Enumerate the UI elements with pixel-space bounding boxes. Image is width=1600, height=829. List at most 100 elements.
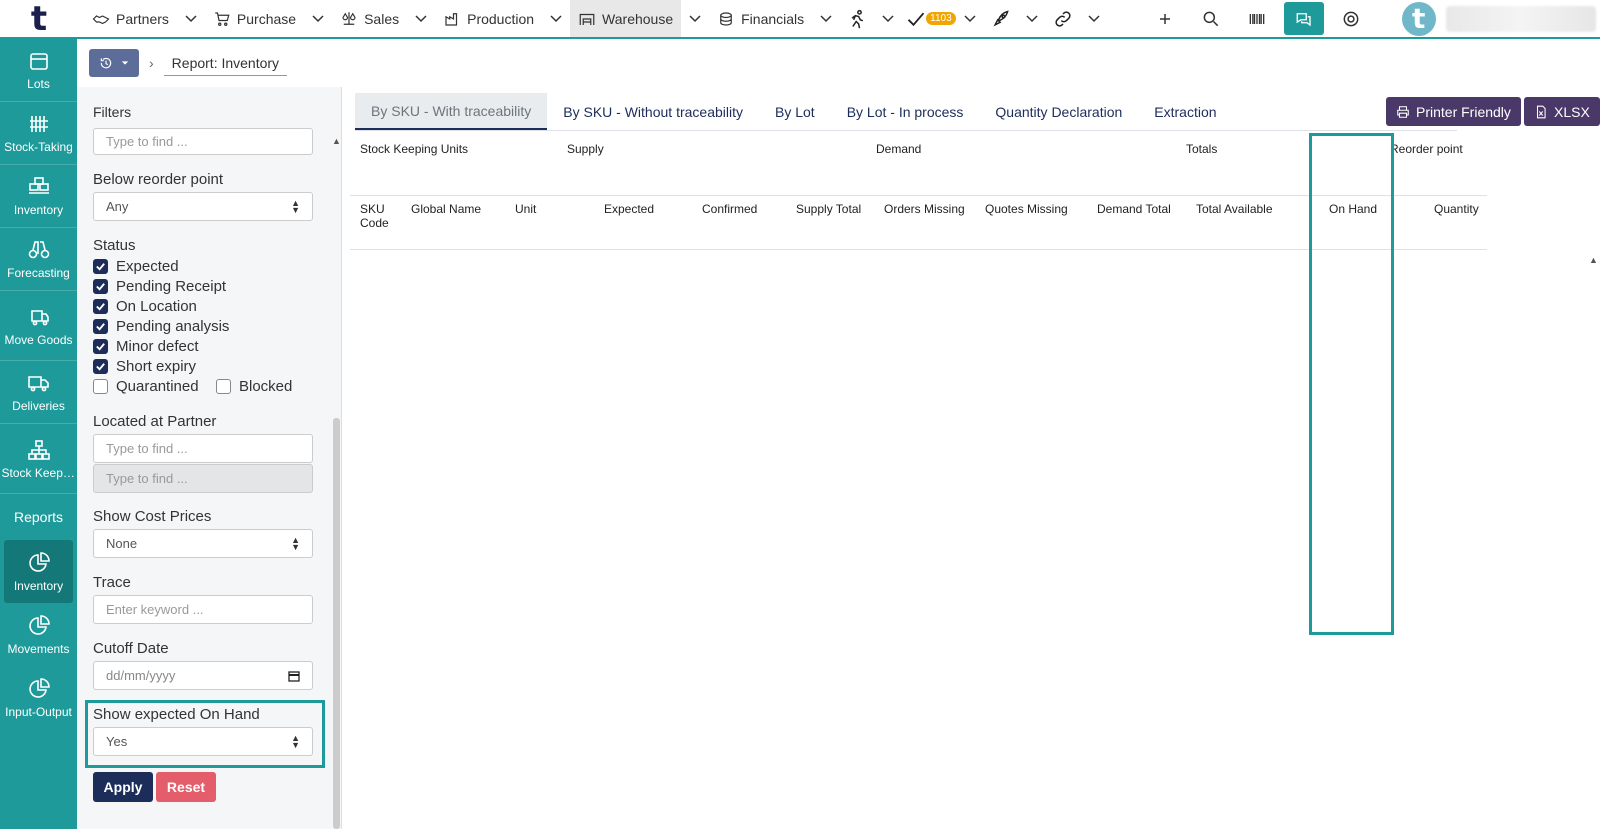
sidebar-item-deliveries[interactable]: Deliveries <box>0 361 77 424</box>
reset-button[interactable]: Reset <box>156 772 216 802</box>
status-checkbox-on-location[interactable]: On Location <box>93 298 197 315</box>
checkbox-checked-icon[interactable] <box>93 359 108 374</box>
chevron-down-icon[interactable] <box>304 0 332 37</box>
sidebar: Lots Stock-Taking Inventory Forecasting … <box>0 39 77 829</box>
col-expected[interactable]: Expected <box>604 202 654 216</box>
col-orders-missing[interactable]: Orders Missing <box>884 202 965 216</box>
sidebar-item-label: Forecasting <box>7 266 70 280</box>
chevron-down-icon[interactable] <box>1018 0 1046 37</box>
col-total-available[interactable]: Total Available <box>1196 202 1273 216</box>
chevron-down-icon[interactable] <box>681 0 709 37</box>
link-icon[interactable] <box>1046 0 1080 37</box>
sidebar-item-move-goods[interactable]: Move Goods <box>0 291 77 361</box>
nav-production[interactable]: Production <box>435 0 542 37</box>
chevron-down-icon[interactable] <box>874 0 902 37</box>
filters-scrollbar[interactable]: ▲ <box>330 130 342 829</box>
tab-by-lot-in-process[interactable]: By Lot - In process <box>831 93 980 130</box>
status-checkbox-pending-analysis[interactable]: Pending analysis <box>93 318 229 335</box>
chat-button[interactable] <box>1283 2 1324 35</box>
calendar-icon[interactable] <box>288 670 300 682</box>
status-checkbox-short-expiry[interactable]: Short expiry <box>93 358 196 375</box>
chevron-down-icon[interactable] <box>177 0 205 37</box>
located-at-partner-input[interactable]: Type to find ... <box>93 434 313 463</box>
show-expected-on-hand-select[interactable]: Yes ▲ ▼ <box>93 727 313 756</box>
checkbox-checked-icon[interactable] <box>93 259 108 274</box>
checkbox-unchecked-icon[interactable] <box>216 379 231 394</box>
nav-warehouse[interactable]: Warehouse <box>570 0 682 37</box>
rocket-icon[interactable] <box>984 0 1018 37</box>
trace-input[interactable]: Enter keyword ... <box>93 595 313 624</box>
sidebar-item-inventory[interactable]: Inventory <box>0 165 77 228</box>
group-header-supply: Supply <box>567 142 604 156</box>
user-name-redacted[interactable] <box>1445 5 1596 32</box>
col-confirmed[interactable]: Confirmed <box>702 202 757 216</box>
show-cost-prices-label: Show Cost Prices <box>93 508 212 525</box>
tab-by-sku-with-traceability[interactable]: By SKU - With traceability <box>355 93 548 130</box>
sidebar-item-stock-taking[interactable]: Stock-Taking <box>0 102 77 165</box>
sidebar-item-report-inventory[interactable]: Inventory <box>4 540 73 603</box>
chevron-down-icon[interactable] <box>812 0 840 37</box>
col-supply-total[interactable]: Supply Total <box>796 202 861 216</box>
scroll-up-icon[interactable]: ▲ <box>1589 255 1598 265</box>
nav-financials[interactable]: Financials <box>709 0 812 37</box>
top-filter-input[interactable]: Type to find ... <box>93 128 313 155</box>
checkbox-checked-icon[interactable] <box>93 319 108 334</box>
below-reorder-select[interactable]: Any ▲ ▼ <box>93 192 313 221</box>
scrollbar-thumb[interactable] <box>333 418 340 829</box>
col-demand-total[interactable]: Demand Total <box>1097 202 1171 216</box>
sidebar-item-report-movements[interactable]: Movements <box>0 603 77 666</box>
col-sku-code[interactable]: SKU Code <box>360 202 394 230</box>
col-unit[interactable]: Unit <box>515 202 536 216</box>
col-quantity[interactable]: Quantity <box>1434 202 1479 216</box>
cutoff-date-input[interactable]: dd/mm/yyyy <box>93 661 313 690</box>
status-checkbox-pending-receipt[interactable]: Pending Receipt <box>93 278 226 295</box>
checkbox-checked-icon[interactable] <box>93 339 108 354</box>
nav-sales[interactable]: Sales <box>332 0 407 37</box>
col-global-name[interactable]: Global Name <box>411 202 481 216</box>
runner-icon[interactable] <box>840 0 874 37</box>
tab-by-lot[interactable]: By Lot <box>759 93 831 130</box>
nav-partners[interactable]: Partners <box>84 0 177 37</box>
scroll-up-icon[interactable]: ▲ <box>332 136 341 146</box>
apply-button[interactable]: Apply <box>93 772 153 802</box>
breadcrumb: › Report: Inventory <box>77 39 1600 87</box>
box-icon <box>29 53 48 70</box>
sidebar-item-lots[interactable]: Lots <box>0 39 77 102</box>
status-option-label: Minor defect <box>116 338 199 355</box>
plus-icon[interactable] <box>1148 0 1182 37</box>
app-logo[interactable]: t <box>0 0 78 39</box>
sort-icon: ▲ ▼ <box>291 197 300 215</box>
sidebar-item-stock-keeping-units[interactable]: Stock Keeping Units <box>0 424 77 494</box>
printer-friendly-button[interactable]: Printer Friendly <box>1386 97 1521 126</box>
status-checkbox-expected[interactable]: Expected <box>93 258 179 275</box>
group-header-reorder-point: Reorder point <box>1390 142 1463 156</box>
xlsx-button[interactable]: XLSX <box>1524 97 1600 126</box>
breadcrumb-current[interactable]: Report: Inventory <box>163 51 288 76</box>
chevron-down-icon[interactable] <box>956 0 984 37</box>
tab-quantity-declaration[interactable]: Quantity Declaration <box>979 93 1138 130</box>
sidebar-item-report-input-output[interactable]: Input-Output <box>0 666 77 729</box>
checkbox-unchecked-icon[interactable] <box>93 379 108 394</box>
show-cost-prices-select[interactable]: None ▲ ▼ <box>93 529 313 558</box>
checkbox-checked-icon[interactable] <box>93 299 108 314</box>
status-checkbox-blocked[interactable]: Blocked <box>216 378 292 395</box>
tab-extraction[interactable]: Extraction <box>1138 93 1232 130</box>
chevron-down-icon[interactable] <box>542 0 570 37</box>
report-tabs: By SKU - With traceability By SKU - With… <box>355 93 1233 130</box>
status-checkbox-minor-defect[interactable]: Minor defect <box>93 338 199 355</box>
history-button[interactable] <box>89 49 139 77</box>
status-checkbox-quarantined[interactable]: Quarantined <box>93 378 199 395</box>
chevron-down-icon[interactable] <box>1080 0 1108 37</box>
checkbox-checked-icon[interactable] <box>93 279 108 294</box>
barcode-icon[interactable] <box>1240 0 1274 37</box>
inventory-icon <box>28 177 49 194</box>
chevron-down-icon[interactable] <box>407 0 435 37</box>
nav-purchase[interactable]: Purchase <box>205 0 304 37</box>
sidebar-item-forecasting[interactable]: Forecasting <box>0 228 77 291</box>
col-quotes-missing[interactable]: Quotes Missing <box>985 202 1068 216</box>
search-icon[interactable] <box>1194 0 1228 37</box>
avatar[interactable]: t <box>1401 1 1436 36</box>
sidebar-item-label: Stock-Taking <box>4 140 73 154</box>
help-lifebuoy-icon[interactable] <box>1334 0 1368 37</box>
tab-by-sku-without-traceability[interactable]: By SKU - Without traceability <box>547 93 759 130</box>
